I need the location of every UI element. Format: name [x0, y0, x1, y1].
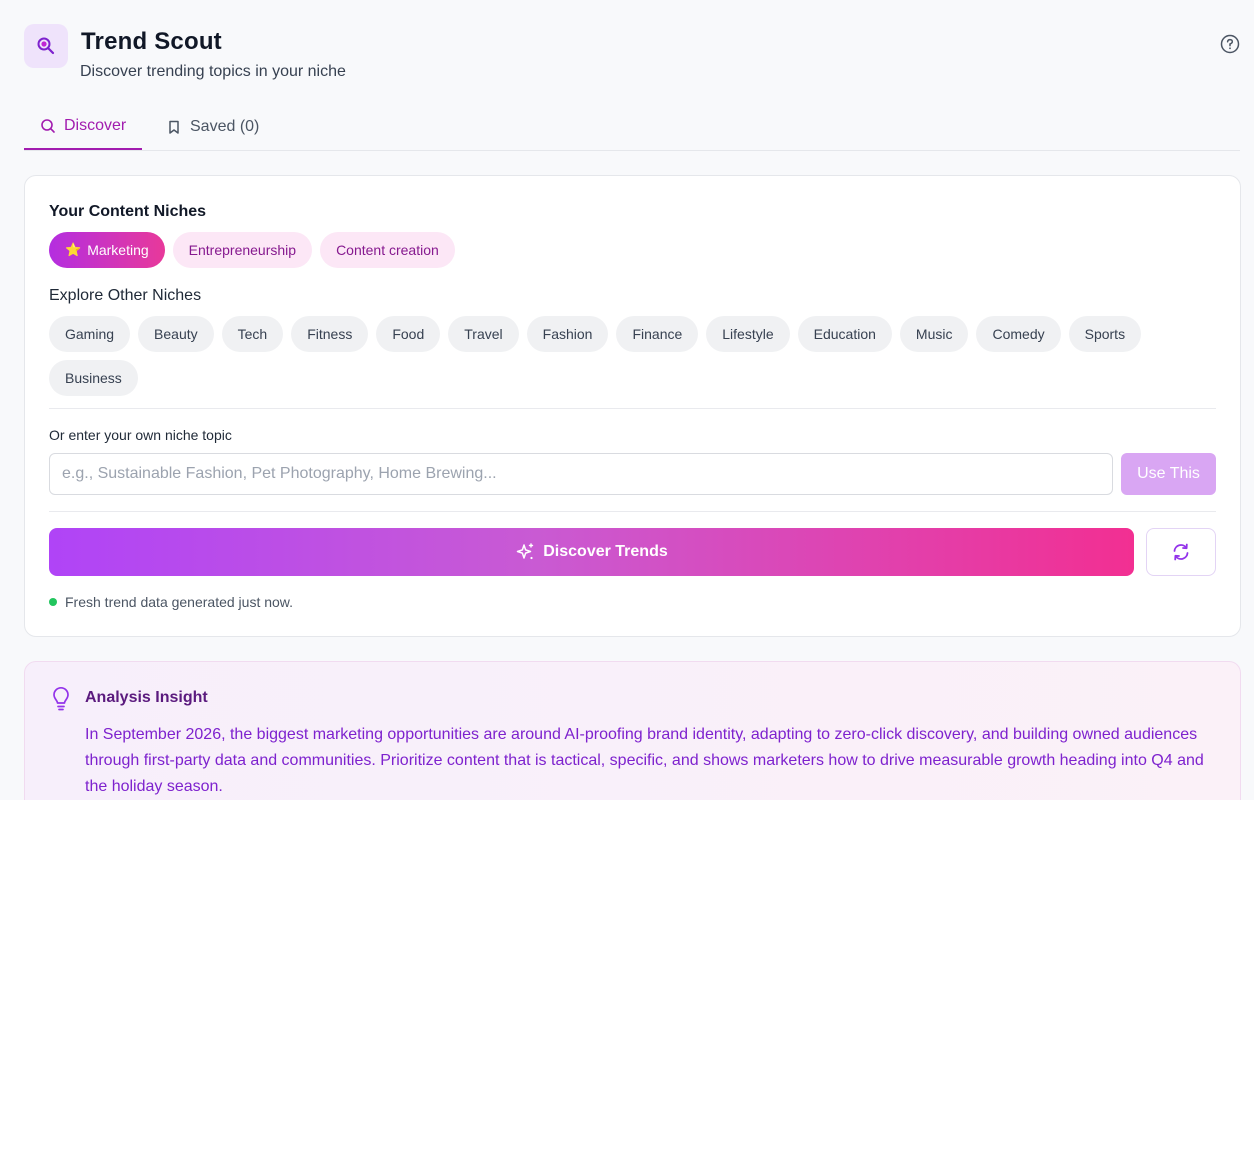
- niche-chip-fashion[interactable]: Fashion: [526, 316, 609, 352]
- divider: [49, 408, 1216, 409]
- star-icon: ⭐: [65, 242, 82, 257]
- niche-chip-label: Content creation: [336, 242, 439, 258]
- niche-chip-label: Marketing: [87, 242, 149, 258]
- page-title: Trend Scout: [81, 28, 222, 55]
- tab-discover[interactable]: Discover: [24, 104, 142, 150]
- discover-trends-label: Discover Trends: [543, 543, 668, 560]
- divider: [49, 511, 1216, 512]
- tab-bar: Discover Saved (0): [24, 104, 1240, 151]
- status-line: Fresh trend data generated just now.: [49, 594, 293, 610]
- niche-chip-entrepreneurship[interactable]: Entrepreneurship: [172, 232, 313, 268]
- niche-chip-beauty[interactable]: Beauty: [138, 316, 214, 352]
- status-dot: [49, 598, 57, 606]
- analysis-insight-card: Analysis Insight In September 2026, the …: [24, 661, 1241, 800]
- my-niches: ⭐ Marketing Entrepreneurship Content cre…: [49, 232, 455, 268]
- tab-discover-label: Discover: [64, 117, 127, 134]
- niche-chip-lifestyle[interactable]: Lifestyle: [706, 316, 790, 352]
- niche-chip-comedy[interactable]: Comedy: [976, 316, 1061, 352]
- niche-chip-travel[interactable]: Travel: [448, 316, 519, 352]
- app-window: Trend Scout Discover trending topics in …: [0, 0, 1254, 800]
- niche-chip-label: Entrepreneurship: [188, 242, 297, 258]
- header: Trend Scout Discover trending topics in …: [24, 24, 1240, 84]
- insight-title: Analysis Insight: [85, 689, 208, 706]
- empty-area: [0, 800, 1254, 1161]
- other-niches: Gaming Beauty Tech Fitness Food Travel F…: [49, 316, 1169, 396]
- status-text: Fresh trend data generated just now.: [65, 594, 294, 610]
- refresh-button[interactable]: [1146, 528, 1216, 576]
- explore-title: Explore Other Niches: [49, 287, 202, 304]
- lightbulb-icon: [53, 686, 69, 711]
- niche-chip-fitness[interactable]: Fitness: [291, 316, 369, 352]
- tab-saved[interactable]: Saved (0): [166, 104, 259, 150]
- tab-saved-label: Saved (0): [190, 118, 260, 135]
- search-icon: [41, 119, 55, 133]
- use-this-button[interactable]: Use This: [1121, 453, 1216, 495]
- app-logo: [24, 24, 68, 68]
- niche-chip-sports[interactable]: Sports: [1068, 316, 1142, 352]
- custom-niche-label: Or enter your own niche topic: [49, 427, 232, 443]
- bookmark-icon: [169, 120, 179, 134]
- niche-chip-gaming[interactable]: Gaming: [49, 316, 131, 352]
- refresh-icon: [1173, 543, 1189, 561]
- niche-chip-finance[interactable]: Finance: [616, 316, 699, 352]
- niche-chip-content-creation[interactable]: Content creation: [320, 232, 455, 268]
- niche-chip-business[interactable]: Business: [49, 360, 138, 396]
- insight-body: In September 2026, the biggest marketing…: [85, 726, 1204, 795]
- niche-chip-music[interactable]: Music: [899, 316, 969, 352]
- niche-card: Your Content Niches ⭐ Marketing Entrepre…: [24, 175, 1241, 637]
- niche-chip-food[interactable]: Food: [376, 316, 441, 352]
- niche-chip-marketing[interactable]: ⭐ Marketing: [49, 232, 165, 268]
- trend-search-icon: [37, 37, 55, 55]
- discover-trends-button[interactable]: Discover Trends: [49, 528, 1134, 576]
- niche-chip-tech[interactable]: Tech: [221, 316, 284, 352]
- niche-chip-education[interactable]: Education: [797, 316, 892, 352]
- page-subtitle: Discover trending topics in your niche: [80, 63, 346, 80]
- help-icon[interactable]: [1220, 34, 1240, 54]
- niches-title: Your Content Niches: [49, 203, 207, 220]
- custom-niche-input[interactable]: [49, 453, 1113, 495]
- sparkles-icon: [517, 543, 534, 560]
